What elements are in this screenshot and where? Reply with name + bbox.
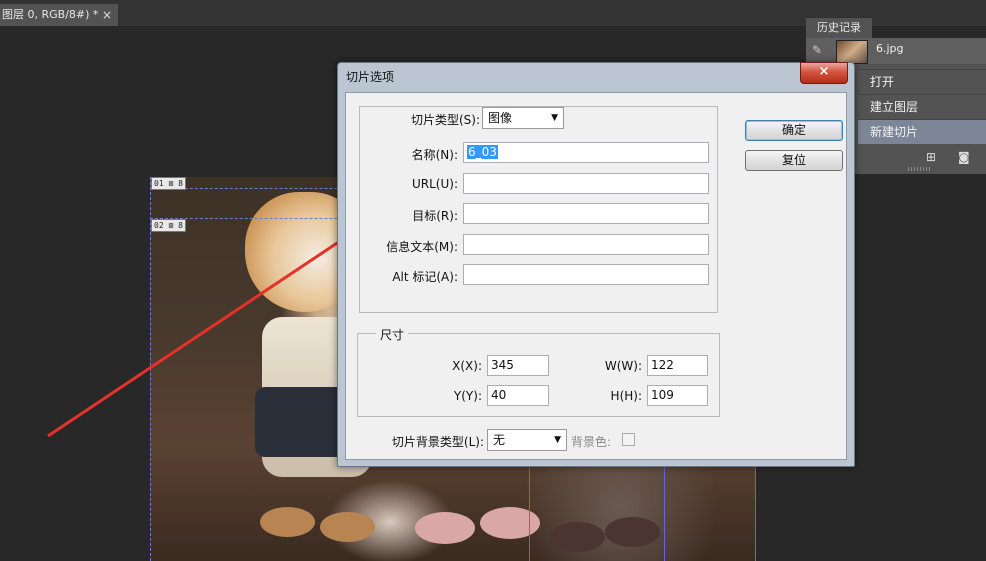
h-input[interactable]: 109 — [647, 385, 708, 406]
x-label: X(X): — [452, 359, 482, 373]
ok-button[interactable]: 确定 — [745, 120, 843, 141]
slice-bg-type-value: 无 — [493, 433, 506, 447]
message-text-label: 信息文本(M): — [386, 240, 458, 254]
name-input[interactable]: 6_03 — [463, 142, 709, 163]
y-input[interactable]: 40 — [487, 385, 549, 406]
slice-bg-type-select[interactable]: 无 ▼ — [487, 429, 567, 451]
name-value: 6_03 — [467, 145, 498, 159]
dimensions-legend: 尺寸 — [376, 326, 409, 343]
alt-tag-input[interactable] — [463, 264, 709, 285]
url-label: URL(U): — [412, 177, 458, 191]
w-input[interactable]: 122 — [647, 355, 708, 376]
message-text-input[interactable] — [463, 234, 709, 255]
slice-options-dialog: 切片选项 × 切片类型(S): 图像 ▼ 名称(N): 6_03 URL(U):… — [337, 62, 855, 467]
bg-color-swatch[interactable] — [622, 433, 635, 446]
w-label: W(W): — [604, 359, 642, 373]
y-label: Y(Y): — [453, 389, 482, 403]
target-input[interactable] — [463, 203, 709, 224]
slice-type-select[interactable]: 图像 ▼ — [482, 107, 564, 129]
dialog-close-button[interactable]: × — [800, 62, 848, 84]
reset-button[interactable]: 复位 — [745, 150, 843, 171]
dialog-title: 切片选项 — [346, 70, 395, 84]
x-input[interactable]: 345 — [487, 355, 549, 376]
bg-color-label: 背景色: — [571, 435, 612, 449]
h-label: H(H): — [610, 389, 642, 403]
url-input[interactable] — [463, 173, 709, 194]
slice-type-value: 图像 — [488, 111, 513, 125]
slice-type-label: 切片类型(S): — [386, 111, 482, 128]
dropdown-arrow-icon: ▼ — [551, 113, 558, 123]
name-label: 名称(N): — [411, 148, 458, 162]
slice-bg-type-label: 切片背景类型(L): — [391, 435, 484, 449]
alt-tag-label: Alt 标记(A): — [392, 270, 458, 284]
target-label: 目标(R): — [412, 209, 458, 223]
dropdown-arrow-icon: ▼ — [554, 435, 561, 445]
dialog-body: 切片类型(S): 图像 ▼ 名称(N): 6_03 URL(U): 目标(R):… — [345, 92, 847, 460]
